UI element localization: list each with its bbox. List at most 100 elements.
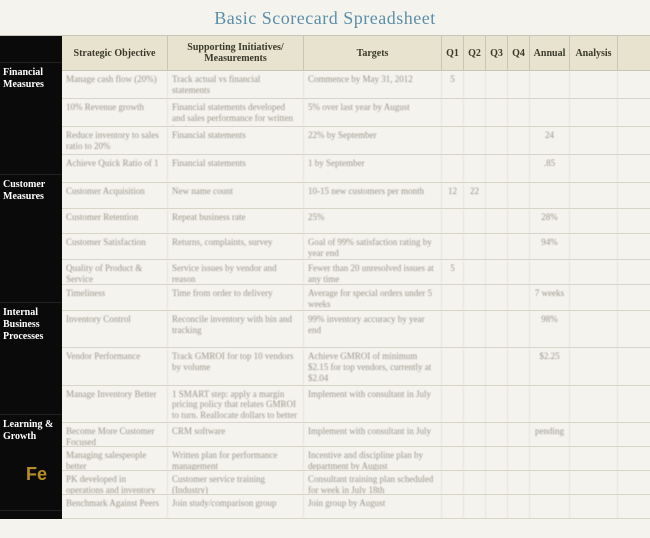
cell-objective: Quality of Product & Service (62, 260, 168, 285)
cell-q1 (442, 471, 464, 494)
table-row: TimelinessTime from order to deliveryAve… (62, 285, 650, 311)
cell-q1 (442, 285, 464, 310)
section-label: Customer Measures (0, 175, 62, 303)
cell-annual (530, 99, 570, 126)
cell-analysis (570, 155, 618, 182)
cell-q1 (442, 209, 464, 234)
cell-q1 (442, 127, 464, 154)
cell-supporting: Time from order to delivery (168, 285, 304, 310)
cell-q2 (464, 209, 486, 234)
cell-q4 (508, 311, 530, 347)
table-row: Reduce inventory to sales ratio to 20%Fi… (62, 127, 650, 155)
cell-q4 (508, 99, 530, 126)
cell-analysis (570, 471, 618, 494)
cell-supporting: New name count (168, 183, 304, 208)
cell-q4 (508, 423, 530, 446)
col-q3: Q3 (486, 36, 508, 70)
cell-supporting: 1 SMART step: apply a margin pricing pol… (168, 386, 304, 422)
cell-target: 10-15 new customers per month (304, 183, 442, 208)
cell-analysis (570, 285, 618, 310)
cell-q1: 5 (442, 71, 464, 98)
cell-annual: 7 weeks (530, 285, 570, 310)
watermark-text: Fe (26, 464, 47, 485)
cell-q4 (508, 471, 530, 494)
cell-q3 (486, 447, 508, 470)
cell-q2 (464, 495, 486, 518)
cell-target: 1 by September (304, 155, 442, 182)
column-header-row: Strategic Objective Supporting Initiativ… (62, 36, 650, 71)
cell-objective: Benchmark Against Peers (62, 495, 168, 518)
cell-supporting: Financial statements (168, 127, 304, 154)
cell-q3 (486, 99, 508, 126)
cell-annual (530, 183, 570, 208)
cell-q4 (508, 71, 530, 98)
cell-annual (530, 260, 570, 285)
cell-annual: $2.25 (530, 348, 570, 384)
cell-annual (530, 386, 570, 422)
cell-analysis (570, 209, 618, 234)
cell-analysis (570, 447, 618, 470)
cell-annual (530, 495, 570, 518)
cell-target: Goal of 99% satisfaction rating by year … (304, 234, 442, 259)
cell-annual: .85 (530, 155, 570, 182)
section-labels-column: Financial MeasuresCustomer MeasuresInter… (0, 36, 62, 519)
cell-q3 (486, 386, 508, 422)
cell-target: 99% inventory accuracy by year end (304, 311, 442, 347)
page-title: Basic Scorecard Spreadsheet (0, 0, 650, 35)
cell-target: Average for special orders under 5 weeks (304, 285, 442, 310)
cell-q2 (464, 348, 486, 384)
cell-objective: Timeliness (62, 285, 168, 310)
cell-q4 (508, 285, 530, 310)
cell-q1 (442, 155, 464, 182)
cell-supporting: Track GMROI for top 10 vendors by volume (168, 348, 304, 384)
cell-q3 (486, 285, 508, 310)
section-label: Learning & Growth (0, 415, 62, 511)
table-row: 10% Revenue growthFinancial statements d… (62, 99, 650, 127)
table-row: Inventory ControlReconcile inventory wit… (62, 311, 650, 348)
cell-q3 (486, 127, 508, 154)
section-label: Financial Measures (0, 63, 62, 175)
cell-q1 (442, 447, 464, 470)
cell-target: Incentive and discipline plan by departm… (304, 447, 442, 470)
col-annual: Annual (530, 36, 570, 70)
table-row: Achieve Quick Ratio of 1Financial statem… (62, 155, 650, 183)
cell-q4 (508, 495, 530, 518)
cell-objective: Manage Inventory Better (62, 386, 168, 422)
cell-objective: 10% Revenue growth (62, 99, 168, 126)
col-q2: Q2 (464, 36, 486, 70)
cell-target: Consultant training plan scheduled for w… (304, 471, 442, 494)
cell-objective: Reduce inventory to sales ratio to 20% (62, 127, 168, 154)
cell-q2 (464, 386, 486, 422)
table-row: Manage Inventory Better1 SMART step: app… (62, 386, 650, 423)
cell-annual: 98% (530, 311, 570, 347)
cell-supporting: Financial statements (168, 155, 304, 182)
cell-q3 (486, 234, 508, 259)
cell-q1 (442, 234, 464, 259)
col-analysis: Analysis (570, 36, 618, 70)
cell-q4 (508, 127, 530, 154)
cell-objective: Customer Acquisition (62, 183, 168, 208)
cell-annual (530, 71, 570, 98)
table-row: Managing salespeople betterWritten plan … (62, 447, 650, 471)
cell-objective: Become More Customer Focused (62, 423, 168, 446)
col-supporting-initiatives: Supporting Initiatives/ Measurements (168, 36, 304, 70)
cell-q3 (486, 155, 508, 182)
cell-analysis (570, 183, 618, 208)
cell-analysis (570, 386, 618, 422)
cell-target: Join group by August (304, 495, 442, 518)
cell-q3 (486, 311, 508, 347)
cell-analysis (570, 71, 618, 98)
scorecard-grid: Strategic Objective Supporting Initiativ… (62, 36, 650, 519)
cell-q4 (508, 447, 530, 470)
cell-supporting: CRM software (168, 423, 304, 446)
table-row: Customer SatisfactionReturns, complaints… (62, 234, 650, 260)
scorecard-sheet: Financial MeasuresCustomer MeasuresInter… (0, 35, 650, 519)
cell-objective: Vendor Performance (62, 348, 168, 384)
cell-q1 (442, 386, 464, 422)
cell-target: Commence by May 31, 2012 (304, 71, 442, 98)
cell-q2 (464, 155, 486, 182)
cell-analysis (570, 234, 618, 259)
cell-annual (530, 471, 570, 494)
cell-objective: Customer Satisfaction (62, 234, 168, 259)
cell-q2 (464, 127, 486, 154)
